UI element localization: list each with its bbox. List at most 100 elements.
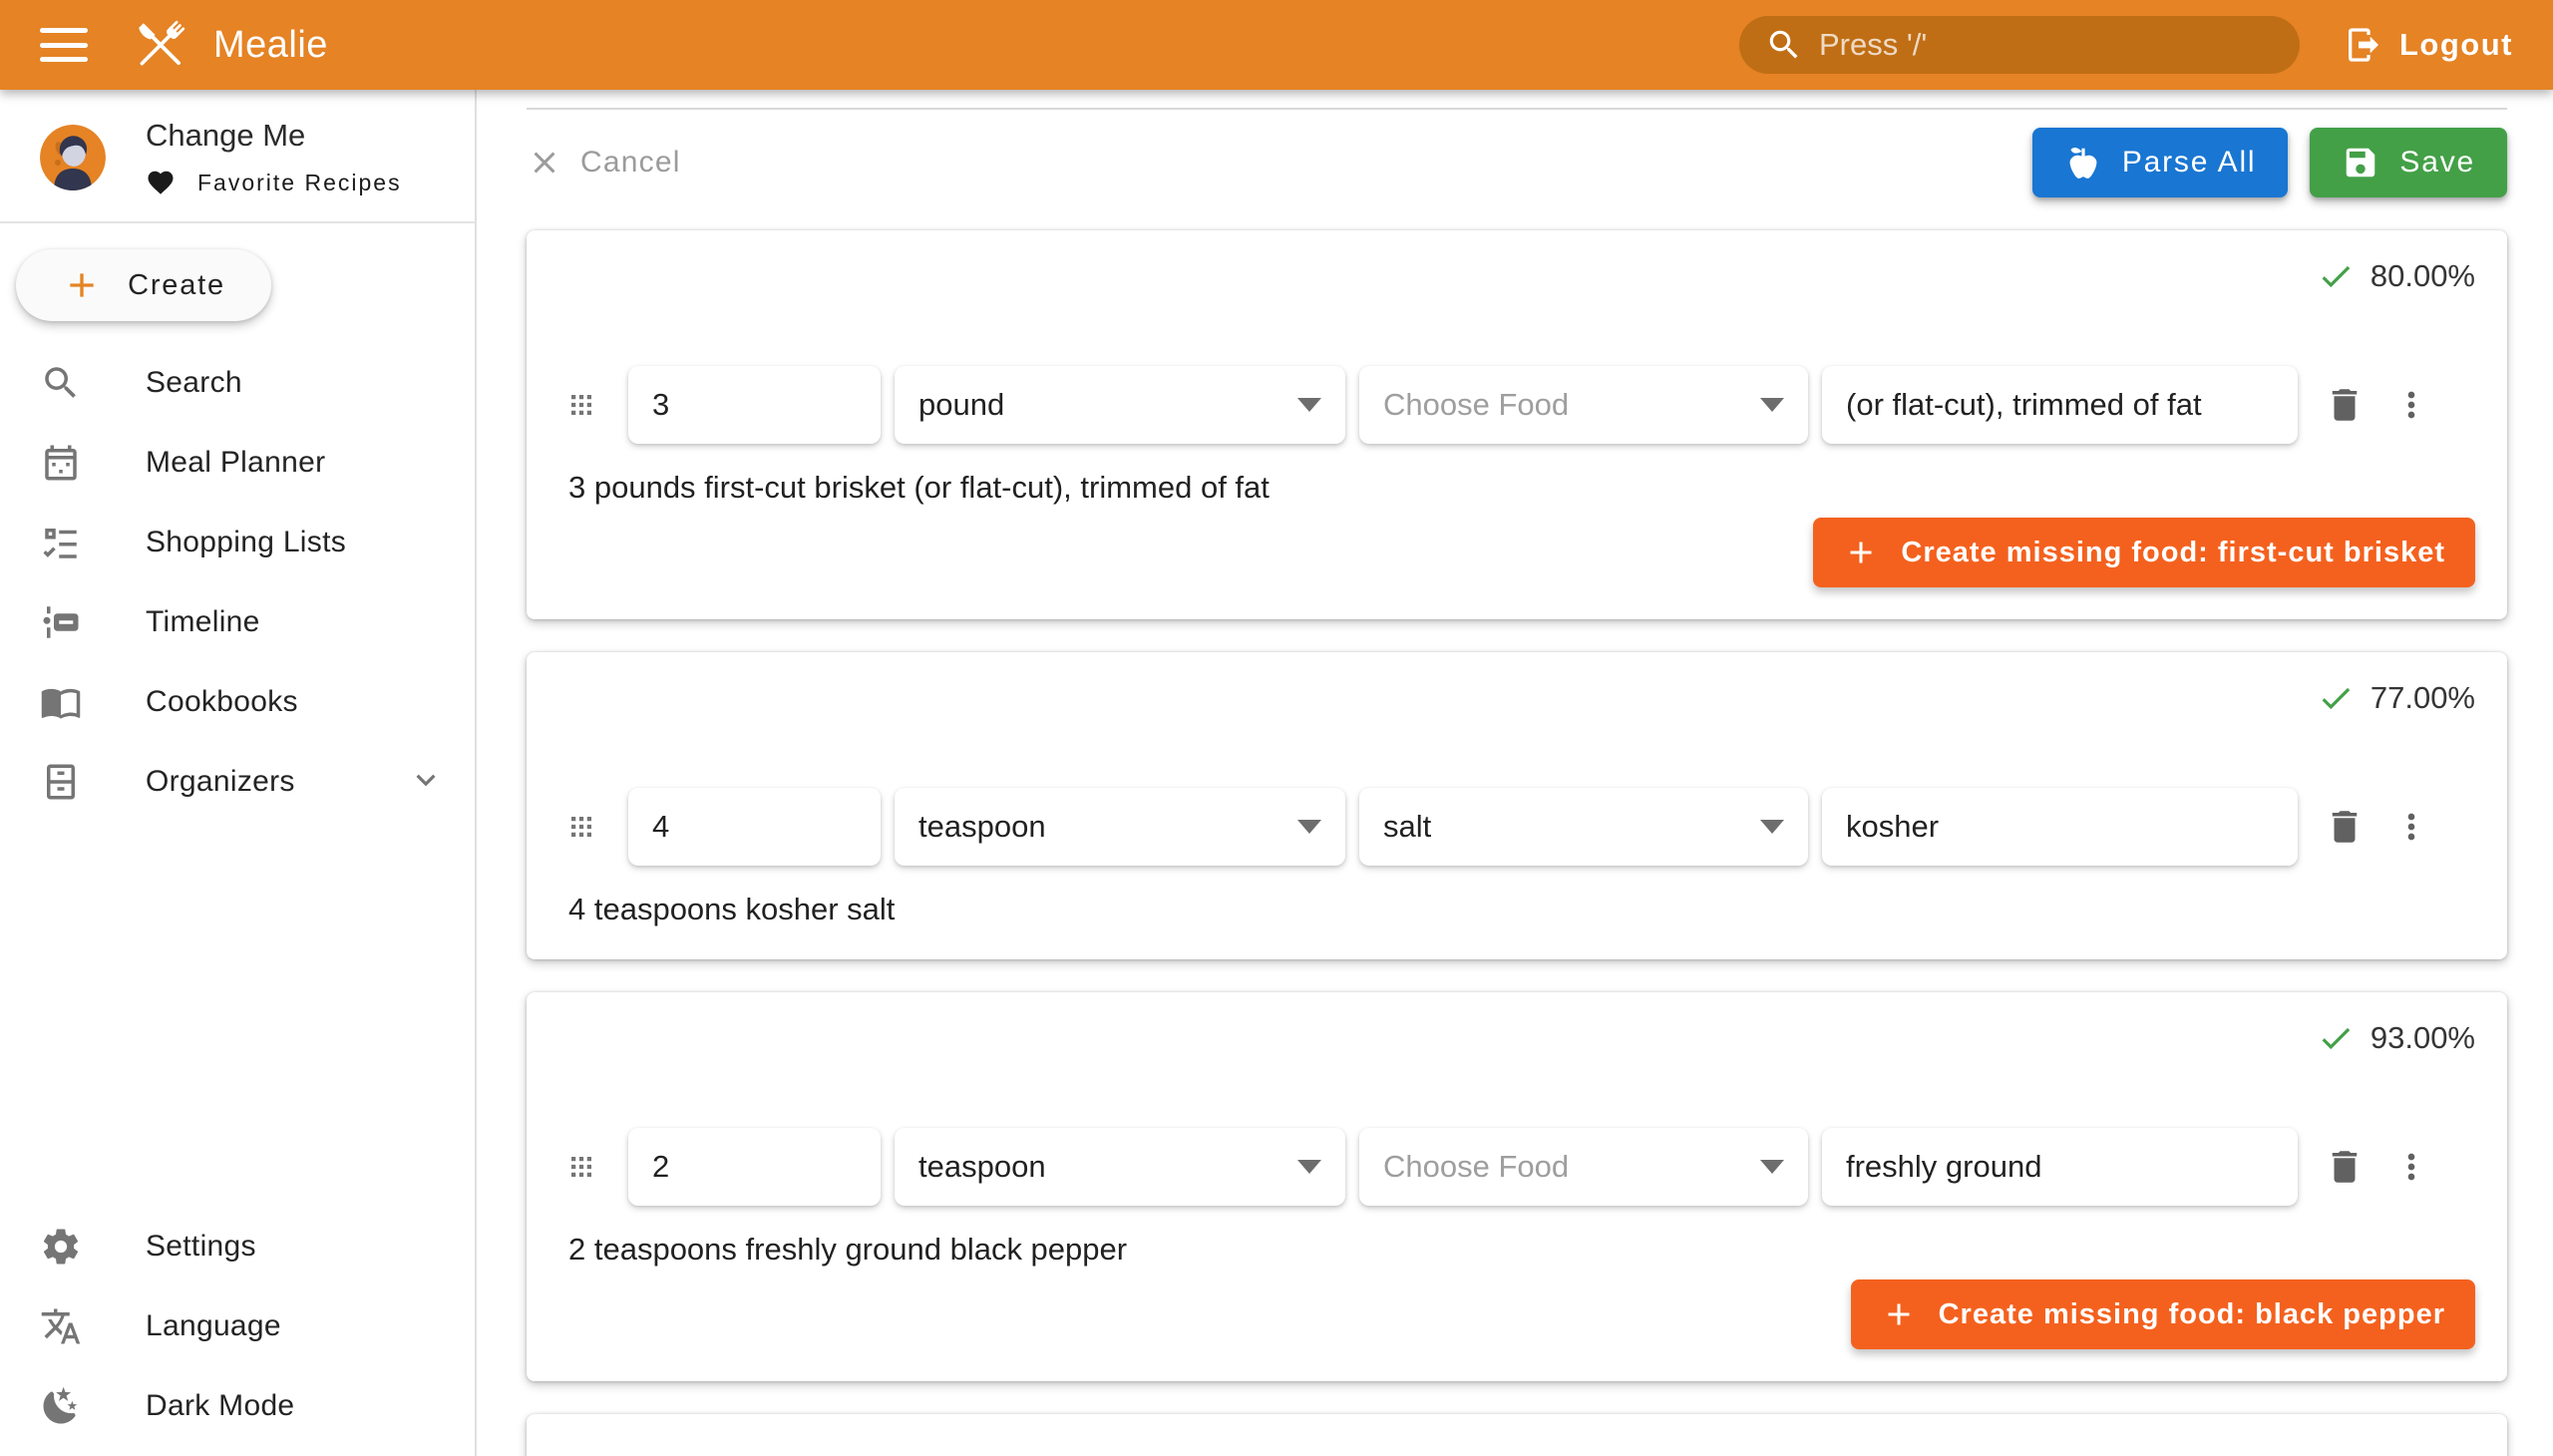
unit-select[interactable]: pound <box>895 366 1345 444</box>
save-button[interactable]: Save <box>2310 128 2507 197</box>
global-search[interactable] <box>1739 16 2300 74</box>
food-select[interactable]: Choose Food <box>1359 1128 1808 1206</box>
food-placeholder: Choose Food <box>1383 1149 1569 1185</box>
sidebar-item-meal-planner[interactable]: Meal Planner <box>0 423 475 503</box>
food-value: salt <box>1383 809 1431 845</box>
create-missing-food-button[interactable]: Create missing food: black pepper <box>1851 1279 2475 1349</box>
quantity-value[interactable] <box>652 387 857 423</box>
save-label: Save <box>2399 146 2475 180</box>
more-options-button[interactable] <box>2391 1147 2431 1187</box>
delete-ingredient-button[interactable] <box>2324 806 2366 848</box>
organizers-icon <box>40 761 82 803</box>
search-icon <box>40 362 82 404</box>
calendar-icon <box>40 442 82 484</box>
quantity-input[interactable] <box>628 1128 881 1206</box>
app-title: Mealie <box>213 24 328 67</box>
food-select[interactable]: Choose Food <box>1359 366 1808 444</box>
logout-button[interactable]: Logout <box>2344 25 2513 65</box>
ingredient-fields-row: teaspoon Choose Food <box>558 1128 2475 1206</box>
quantity-input[interactable] <box>628 788 881 866</box>
sidebar-item-settings[interactable]: Settings <box>0 1207 475 1286</box>
note-input[interactable] <box>1822 366 2298 444</box>
sidebar-item-language[interactable]: Language <box>0 1286 475 1366</box>
plus-icon <box>62 265 102 305</box>
more-options-button[interactable] <box>2391 807 2431 847</box>
sidebar-item-label: Organizers <box>146 765 295 799</box>
confidence-value: 80.00% <box>2371 258 2475 294</box>
close-icon <box>527 145 562 181</box>
sidebar-item-cookbooks[interactable]: Cookbooks <box>0 662 475 742</box>
checklist-icon <box>40 522 82 563</box>
moon-icon <box>40 1385 82 1427</box>
more-options-button[interactable] <box>2391 385 2431 425</box>
confidence-value: 93.00% <box>2371 1020 2475 1056</box>
create-missing-food-label: Create missing food: first-cut brisket <box>1901 537 2445 569</box>
drag-grid-icon <box>566 1152 596 1182</box>
create-button[interactable]: Create <box>16 249 271 321</box>
scrolled-card-edge <box>527 90 2507 110</box>
unit-select[interactable]: teaspoon <box>895 788 1345 866</box>
note-input[interactable] <box>1822 788 2298 866</box>
search-icon <box>1765 26 1803 64</box>
user-name: Change Me <box>146 118 402 154</box>
food-select[interactable]: salt <box>1359 788 1808 866</box>
quantity-value[interactable] <box>652 1149 857 1185</box>
confidence-badge: 80.00% <box>558 254 2475 298</box>
search-input[interactable] <box>1819 27 2274 63</box>
drag-handle[interactable] <box>558 812 604 842</box>
create-missing-food-button[interactable]: Create missing food: first-cut brisket <box>1813 518 2475 587</box>
chevron-down-icon <box>1760 820 1784 834</box>
silverware-logo-icon <box>128 12 193 78</box>
confidence-badge: 93.00% <box>558 1016 2475 1060</box>
cancel-button[interactable]: Cancel <box>527 145 681 181</box>
sidebar-nav: Search Meal Planner Shopping Lists Timel… <box>0 343 475 822</box>
book-icon <box>40 681 82 723</box>
menu-icon[interactable] <box>40 28 88 62</box>
check-icon <box>2317 679 2355 717</box>
chevron-down-icon <box>1760 1160 1784 1174</box>
create-label: Create <box>128 269 225 302</box>
sidebar-item-search[interactable]: Search <box>0 343 475 423</box>
drag-grid-icon <box>566 390 596 420</box>
confidence-badge: 77.00% <box>558 676 2475 720</box>
ingredient-card: 80.00% pound Choose Food <box>527 230 2507 619</box>
translate-icon <box>40 1305 82 1347</box>
parse-all-button[interactable]: Parse All <box>2032 128 2289 197</box>
delete-ingredient-button[interactable] <box>2324 384 2366 426</box>
sidebar-item-shopping-lists[interactable]: Shopping Lists <box>0 503 475 582</box>
sidebar: Change Me Favorite Recipes Create Search <box>0 90 477 1456</box>
ingredient-parser-page: Mealie Logout <box>0 0 2553 1456</box>
apple-icon <box>2064 144 2102 182</box>
save-icon <box>2342 144 2379 182</box>
unit-value: teaspoon <box>918 1149 1046 1185</box>
sidebar-item-dark-mode[interactable]: Dark Mode <box>0 1366 475 1446</box>
note-value[interactable] <box>1846 809 2274 845</box>
drag-handle[interactable] <box>558 390 604 420</box>
plus-icon <box>1881 1296 1917 1332</box>
ingredient-card: 93.00% teaspoon Choose Food <box>527 992 2507 1381</box>
trash-icon <box>2324 384 2366 426</box>
delete-ingredient-button[interactable] <box>2324 1146 2366 1188</box>
app-bar: Mealie Logout <box>0 0 2553 90</box>
sidebar-item-organizers[interactable]: Organizers <box>0 742 475 822</box>
favorite-recipes-link[interactable]: Favorite Recipes <box>146 168 402 197</box>
note-input[interactable] <box>1822 1128 2298 1206</box>
avatar[interactable] <box>40 125 106 190</box>
original-ingredient-text: 4 teaspoons kosher salt <box>568 892 2475 927</box>
quantity-value[interactable] <box>652 809 857 845</box>
kebab-icon <box>2391 385 2431 425</box>
main-content: Cancel Parse All Save 80.00% <box>477 90 2553 1456</box>
note-value[interactable] <box>1846 387 2274 423</box>
quantity-input[interactable] <box>628 366 881 444</box>
ingredient-fields-row: pound Choose Food <box>558 366 2475 444</box>
chevron-down-icon <box>407 761 445 804</box>
food-placeholder: Choose Food <box>1383 387 1569 423</box>
chevron-down-icon <box>1297 1160 1321 1174</box>
kebab-icon <box>2391 1147 2431 1187</box>
note-value[interactable] <box>1846 1149 2274 1185</box>
drag-handle[interactable] <box>558 1152 604 1182</box>
unit-select[interactable]: teaspoon <box>895 1128 1345 1206</box>
sidebar-item-timeline[interactable]: Timeline <box>0 582 475 662</box>
check-icon <box>2317 257 2355 295</box>
chevron-down-icon <box>1760 398 1784 412</box>
